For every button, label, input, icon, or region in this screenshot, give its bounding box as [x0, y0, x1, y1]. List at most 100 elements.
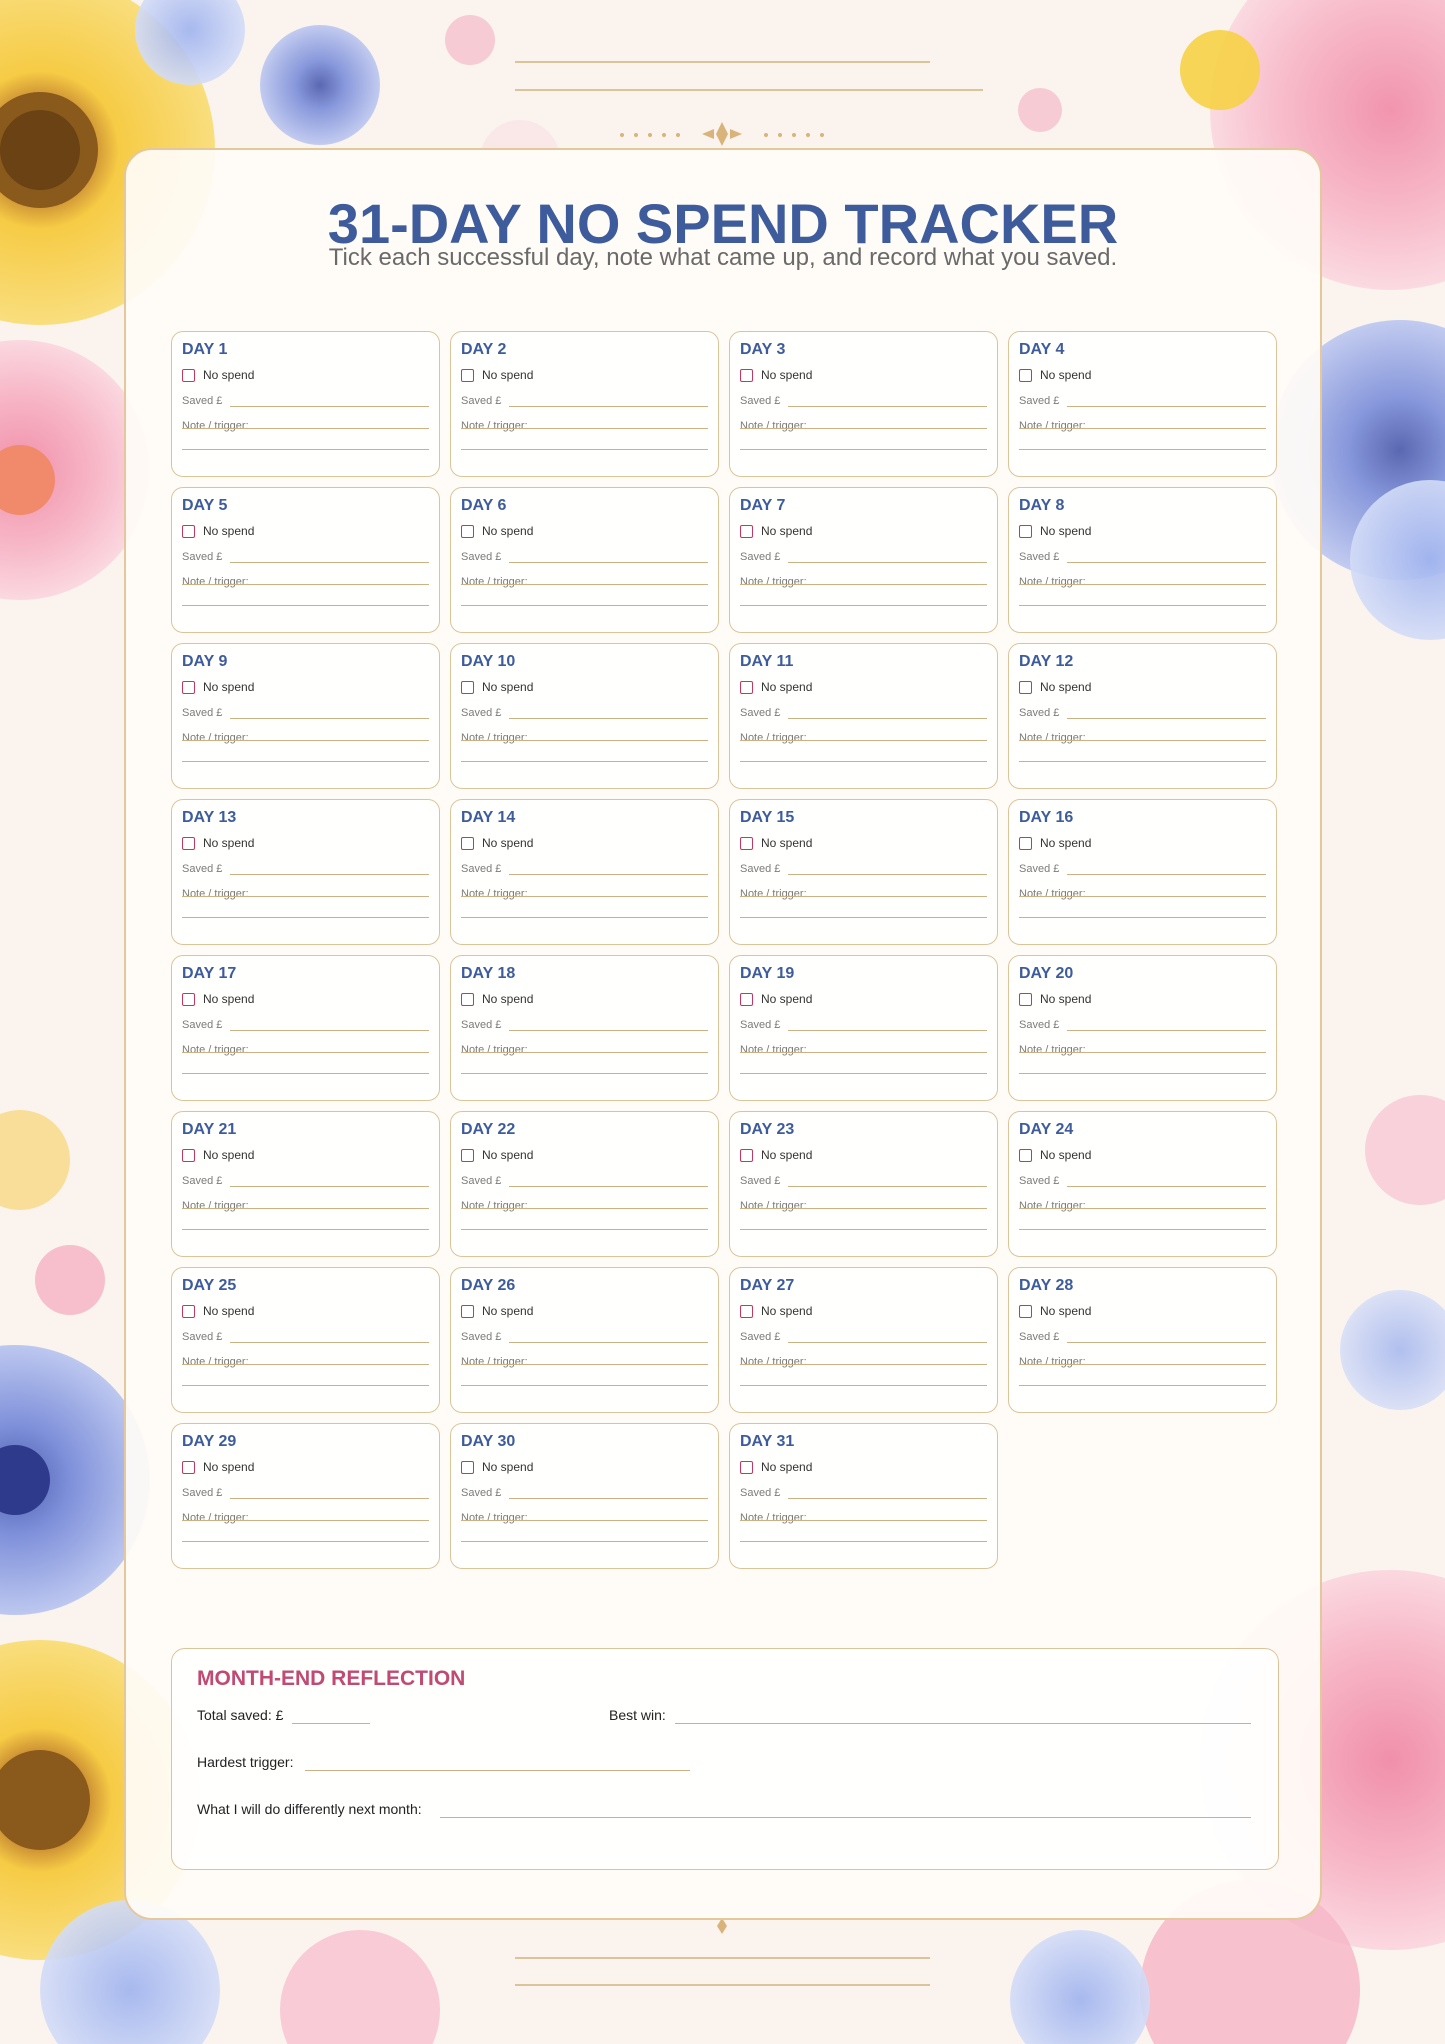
note-field-line-2[interactable] — [740, 605, 987, 606]
total-saved-field[interactable] — [292, 1723, 370, 1724]
note-field-line-1[interactable] — [182, 896, 429, 897]
no-spend-checkbox[interactable] — [740, 1460, 753, 1474]
no-spend-checkbox[interactable] — [1019, 1148, 1032, 1162]
no-spend-checkbox[interactable] — [182, 992, 195, 1006]
no-spend-row[interactable]: No spend — [740, 677, 987, 697]
saved-amount-field[interactable] — [1067, 551, 1266, 563]
no-spend-checkbox[interactable] — [1019, 836, 1032, 850]
no-spend-row[interactable]: No spend — [1019, 833, 1266, 853]
no-spend-row[interactable]: No spend — [461, 521, 708, 541]
no-spend-row[interactable]: No spend — [182, 677, 429, 697]
no-spend-row[interactable]: No spend — [740, 989, 987, 1009]
no-spend-row[interactable]: No spend — [1019, 1145, 1266, 1165]
no-spend-checkbox[interactable] — [740, 368, 753, 382]
note-field-line-1[interactable] — [1019, 896, 1266, 897]
no-spend-checkbox[interactable] — [461, 680, 474, 694]
note-field-line-2[interactable] — [461, 1385, 708, 1386]
no-spend-row[interactable]: No spend — [1019, 989, 1266, 1009]
note-field-line-1[interactable] — [461, 740, 708, 741]
saved-amount-field[interactable] — [509, 1487, 708, 1499]
note-field-line-2[interactable] — [1019, 449, 1266, 450]
note-field-line-1[interactable] — [740, 428, 987, 429]
note-field-line-1[interactable] — [740, 1208, 987, 1209]
note-field-line-1[interactable] — [740, 1520, 987, 1521]
note-field-line-2[interactable] — [182, 1385, 429, 1386]
note-field-line-2[interactable] — [1019, 761, 1266, 762]
no-spend-checkbox[interactable] — [740, 1148, 753, 1162]
no-spend-checkbox[interactable] — [461, 836, 474, 850]
no-spend-row[interactable]: No spend — [740, 1457, 987, 1477]
note-field-line-1[interactable] — [1019, 428, 1266, 429]
no-spend-checkbox[interactable] — [182, 1460, 195, 1474]
note-field-line-2[interactable] — [461, 1229, 708, 1230]
saved-amount-field[interactable] — [509, 1175, 708, 1187]
no-spend-row[interactable]: No spend — [182, 833, 429, 853]
no-spend-checkbox[interactable] — [182, 524, 195, 538]
hardest-trigger-field[interactable] — [305, 1770, 690, 1771]
note-field-line-2[interactable] — [740, 917, 987, 918]
no-spend-row[interactable]: No spend — [182, 1457, 429, 1477]
note-field-line-2[interactable] — [740, 1541, 987, 1542]
no-spend-row[interactable]: No spend — [461, 1301, 708, 1321]
saved-amount-field[interactable] — [509, 707, 708, 719]
note-field-line-1[interactable] — [740, 740, 987, 741]
no-spend-row[interactable]: No spend — [182, 365, 429, 385]
no-spend-row[interactable]: No spend — [740, 1145, 987, 1165]
saved-amount-field[interactable] — [509, 1019, 708, 1031]
no-spend-checkbox[interactable] — [461, 524, 474, 538]
no-spend-checkbox[interactable] — [1019, 992, 1032, 1006]
saved-amount-field[interactable] — [509, 1331, 708, 1343]
note-field-line-2[interactable] — [740, 1385, 987, 1386]
no-spend-row[interactable]: No spend — [740, 365, 987, 385]
note-field-line-2[interactable] — [461, 761, 708, 762]
note-field-line-2[interactable] — [182, 1541, 429, 1542]
note-field-line-1[interactable] — [461, 896, 708, 897]
note-field-line-2[interactable] — [182, 1073, 429, 1074]
no-spend-checkbox[interactable] — [461, 368, 474, 382]
no-spend-row[interactable]: No spend — [182, 1145, 429, 1165]
no-spend-row[interactable]: No spend — [182, 1301, 429, 1321]
note-field-line-1[interactable] — [182, 1520, 429, 1521]
note-field-line-1[interactable] — [461, 1364, 708, 1365]
saved-amount-field[interactable] — [230, 863, 429, 875]
note-field-line-2[interactable] — [461, 605, 708, 606]
saved-amount-field[interactable] — [788, 551, 987, 563]
no-spend-checkbox[interactable] — [182, 1148, 195, 1162]
no-spend-checkbox[interactable] — [182, 680, 195, 694]
note-field-line-1[interactable] — [740, 1364, 987, 1365]
no-spend-checkbox[interactable] — [740, 680, 753, 694]
note-field-line-1[interactable] — [740, 584, 987, 585]
no-spend-checkbox[interactable] — [1019, 1304, 1032, 1318]
saved-amount-field[interactable] — [1067, 863, 1266, 875]
saved-amount-field[interactable] — [1067, 707, 1266, 719]
saved-amount-field[interactable] — [1067, 1331, 1266, 1343]
no-spend-checkbox[interactable] — [182, 368, 195, 382]
note-field-line-1[interactable] — [1019, 1364, 1266, 1365]
note-field-line-1[interactable] — [1019, 1208, 1266, 1209]
no-spend-row[interactable]: No spend — [461, 1145, 708, 1165]
no-spend-checkbox[interactable] — [740, 524, 753, 538]
note-field-line-2[interactable] — [461, 1541, 708, 1542]
no-spend-row[interactable]: No spend — [461, 989, 708, 1009]
note-field-line-2[interactable] — [461, 917, 708, 918]
no-spend-checkbox[interactable] — [1019, 368, 1032, 382]
saved-amount-field[interactable] — [788, 395, 987, 407]
note-field-line-1[interactable] — [182, 1052, 429, 1053]
no-spend-row[interactable]: No spend — [1019, 677, 1266, 697]
next-month-field[interactable] — [440, 1817, 1251, 1818]
no-spend-row[interactable]: No spend — [461, 1457, 708, 1477]
no-spend-row[interactable]: No spend — [740, 833, 987, 853]
no-spend-row[interactable]: No spend — [1019, 365, 1266, 385]
note-field-line-2[interactable] — [182, 917, 429, 918]
no-spend-row[interactable]: No spend — [740, 521, 987, 541]
no-spend-checkbox[interactable] — [182, 836, 195, 850]
note-field-line-2[interactable] — [182, 761, 429, 762]
note-field-line-1[interactable] — [182, 584, 429, 585]
note-field-line-2[interactable] — [740, 761, 987, 762]
saved-amount-field[interactable] — [788, 707, 987, 719]
no-spend-row[interactable]: No spend — [461, 365, 708, 385]
note-field-line-1[interactable] — [1019, 740, 1266, 741]
no-spend-checkbox[interactable] — [740, 1304, 753, 1318]
note-field-line-2[interactable] — [1019, 1385, 1266, 1386]
saved-amount-field[interactable] — [509, 863, 708, 875]
